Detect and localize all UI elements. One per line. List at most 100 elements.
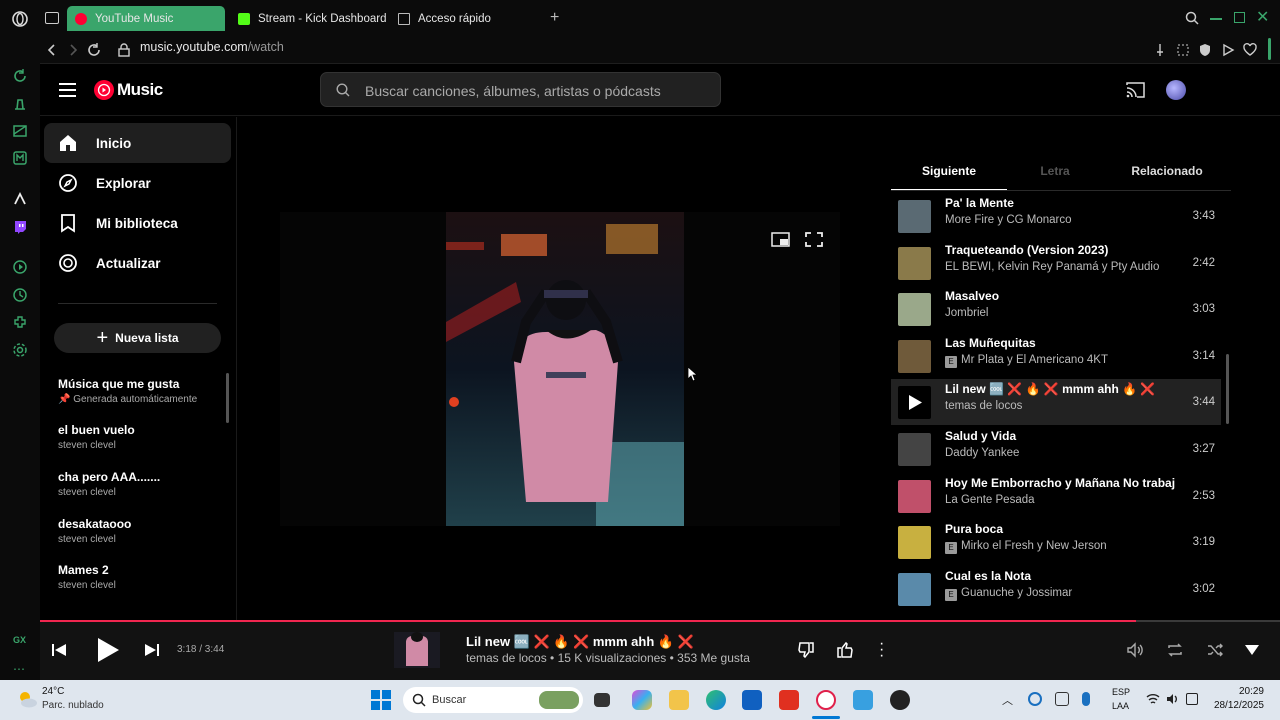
playlist-item[interactable]: el buen vuelo steven clevel bbox=[58, 423, 223, 451]
search-tabs-icon[interactable] bbox=[1185, 11, 1199, 25]
playlist-item[interactable]: Música que me gusta 📌 Generada automátic… bbox=[58, 377, 223, 405]
queue-item[interactable]: Masalveo Jombriel 3:03 bbox=[891, 286, 1221, 332]
twitch-icon[interactable] bbox=[11, 218, 29, 236]
tab-relacionado[interactable]: Relacionado bbox=[1109, 164, 1225, 178]
edge-icon[interactable] bbox=[706, 690, 726, 710]
nav-actualizar[interactable]: Actualizar bbox=[44, 243, 231, 283]
queue-item[interactable]: Pa' la Mente More Fire y CG Monarco 3:43 bbox=[891, 193, 1221, 239]
reload-icon[interactable] bbox=[86, 42, 102, 58]
queue-item[interactable]: Hoy Me Emborracho y Mañana No trabajo La … bbox=[891, 473, 1221, 519]
restore-icon[interactable] bbox=[1234, 12, 1245, 23]
expand-player-icon[interactable] bbox=[1244, 644, 1260, 656]
speaker-icon[interactable] bbox=[1166, 692, 1180, 706]
sidebar-toggle[interactable] bbox=[1268, 38, 1271, 60]
history-icon[interactable] bbox=[11, 286, 29, 304]
queue-item[interactable]: Cual es la Nota E Guanuche y Jossimar 3:02 bbox=[891, 566, 1221, 609]
opera-taskbar-icon[interactable] bbox=[816, 690, 836, 710]
back-icon[interactable] bbox=[44, 42, 60, 58]
heart-icon[interactable] bbox=[1242, 42, 1258, 58]
taskbar-search[interactable]: Buscar bbox=[403, 687, 583, 713]
volume-icon[interactable] bbox=[1126, 641, 1144, 659]
battery-icon[interactable] bbox=[1186, 693, 1198, 705]
tab-siguiente[interactable]: Siguiente bbox=[891, 164, 1007, 178]
queue-item[interactable]: Pura boca E Mirko el Fresh y New Jerson 3:1… bbox=[891, 519, 1221, 565]
shield-icon[interactable] bbox=[1197, 42, 1213, 58]
windows-start-icon[interactable] bbox=[371, 690, 391, 710]
task-view-icon[interactable] bbox=[594, 693, 610, 707]
queue-item[interactable]: Traqueteando (Version 2023) EL BEWI, Kelv… bbox=[891, 240, 1221, 286]
nav-inicio[interactable]: Inicio bbox=[44, 123, 231, 163]
refresh-sidebar-icon[interactable] bbox=[11, 67, 29, 85]
dislike-icon[interactable] bbox=[797, 641, 815, 659]
close-window-icon[interactable]: ✕ bbox=[1256, 7, 1269, 27]
extensions-icon[interactable] bbox=[11, 313, 29, 331]
repeat-icon[interactable] bbox=[1166, 641, 1184, 659]
clock-date[interactable]: 28/12/2025 bbox=[1206, 700, 1264, 711]
kick-icon[interactable] bbox=[11, 190, 29, 208]
previous-button[interactable] bbox=[51, 642, 67, 658]
more-options-icon[interactable]: · · · bbox=[879, 636, 884, 664]
weather-temp[interactable]: 24°C bbox=[42, 686, 64, 697]
miniplayer-icon[interactable] bbox=[771, 232, 790, 247]
weather-icon[interactable] bbox=[16, 688, 38, 710]
hamburger-menu-icon[interactable] bbox=[59, 83, 76, 97]
tab-switcher-icon[interactable] bbox=[45, 12, 59, 24]
playlist-item[interactable]: Mames 2 steven clevel bbox=[58, 563, 223, 591]
ytm-logo[interactable]: Music bbox=[94, 80, 163, 100]
language-code[interactable]: ESP bbox=[1112, 687, 1130, 697]
fullscreen-icon[interactable] bbox=[805, 232, 823, 247]
shuffle-icon[interactable] bbox=[1206, 641, 1224, 659]
lock-icon[interactable] bbox=[116, 42, 132, 58]
nav-explorar[interactable]: Explorar bbox=[44, 163, 231, 203]
minimize-icon[interactable] bbox=[1210, 18, 1222, 20]
send-icon[interactable] bbox=[1220, 42, 1236, 58]
nav-mi-biblioteca[interactable]: Mi biblioteca bbox=[44, 203, 231, 243]
store-icon[interactable] bbox=[742, 690, 762, 710]
search-input[interactable]: Buscar canciones, álbumes, artistas o pó… bbox=[320, 72, 721, 107]
queue-item[interactable]: Salud y Vida Daddy Yankee 3:27 bbox=[891, 426, 1221, 472]
notepad-icon[interactable] bbox=[853, 690, 873, 710]
playlist-item[interactable]: cha pero AAA....... steven clevel bbox=[58, 470, 223, 498]
playlist-item[interactable]: desakataooo steven clevel bbox=[58, 517, 223, 545]
settings-icon[interactable] bbox=[11, 341, 29, 359]
progress-bar[interactable] bbox=[40, 620, 1280, 622]
clock-time[interactable]: 20:29 bbox=[1216, 686, 1264, 697]
sync-icon[interactable] bbox=[1028, 692, 1042, 706]
file-explorer-icon[interactable] bbox=[669, 690, 689, 710]
microphone-icon[interactable] bbox=[1082, 692, 1090, 706]
gx-control-icon[interactable] bbox=[11, 95, 29, 113]
next-button[interactable] bbox=[144, 642, 160, 658]
play-button[interactable] bbox=[95, 637, 121, 663]
tab-acceso-rapido[interactable]: Acceso rápido bbox=[398, 6, 491, 31]
pin-icon[interactable] bbox=[1152, 42, 1168, 58]
weather-desc[interactable]: Parc. nublado bbox=[42, 700, 104, 711]
gx-cleaner-icon[interactable] bbox=[11, 122, 29, 140]
tab-kick-dashboard[interactable]: Stream - Kick Dashboard bbox=[238, 6, 386, 31]
cast-icon[interactable] bbox=[1126, 82, 1145, 98]
now-playing-title[interactable]: Lil new 🆒 ❌ 🔥 ❌ mmm ahh 🔥 ❌ bbox=[466, 634, 694, 650]
forward-icon[interactable] bbox=[65, 42, 81, 58]
sidebar-scrollbar[interactable] bbox=[226, 373, 229, 423]
queue-item[interactable]: Las Muñequitas E Mr Plata y El Americano 4… bbox=[891, 333, 1221, 379]
network-off-icon[interactable] bbox=[1055, 692, 1069, 706]
queue-scrollbar[interactable] bbox=[1226, 354, 1229, 424]
keyboard-layout[interactable]: LAA bbox=[1112, 701, 1129, 711]
url-field[interactable]: music.youtube.com/watch bbox=[140, 40, 284, 54]
tab-letra[interactable]: Letra bbox=[997, 164, 1113, 178]
obs-icon[interactable] bbox=[890, 690, 910, 710]
avatar[interactable] bbox=[1166, 80, 1186, 100]
chevron-up-icon[interactable]: ︿ bbox=[1002, 692, 1013, 708]
queue-item[interactable]: Lil new 🆒 ❌ 🔥 ❌ mmm ahh 🔥 ❌ temas de loco… bbox=[891, 379, 1221, 426]
snapshot-icon[interactable] bbox=[1175, 42, 1191, 58]
wifi-icon[interactable] bbox=[1146, 692, 1160, 706]
wps-icon[interactable] bbox=[779, 690, 799, 710]
new-tab-icon[interactable]: + bbox=[550, 9, 559, 27]
more-icon[interactable]: ⋯ bbox=[13, 662, 25, 676]
opera-logo-icon[interactable] bbox=[11, 10, 29, 28]
like-icon[interactable] bbox=[836, 641, 854, 659]
player-icon[interactable] bbox=[11, 258, 29, 276]
copilot-icon[interactable] bbox=[632, 690, 652, 710]
now-playing-meta[interactable]: temas de locos • 15 K visualizaciones • … bbox=[466, 651, 750, 665]
tab-youtube-music[interactable]: YouTube Music bbox=[67, 6, 225, 31]
new-playlist-button[interactable]: + Nueva lista bbox=[54, 323, 221, 353]
